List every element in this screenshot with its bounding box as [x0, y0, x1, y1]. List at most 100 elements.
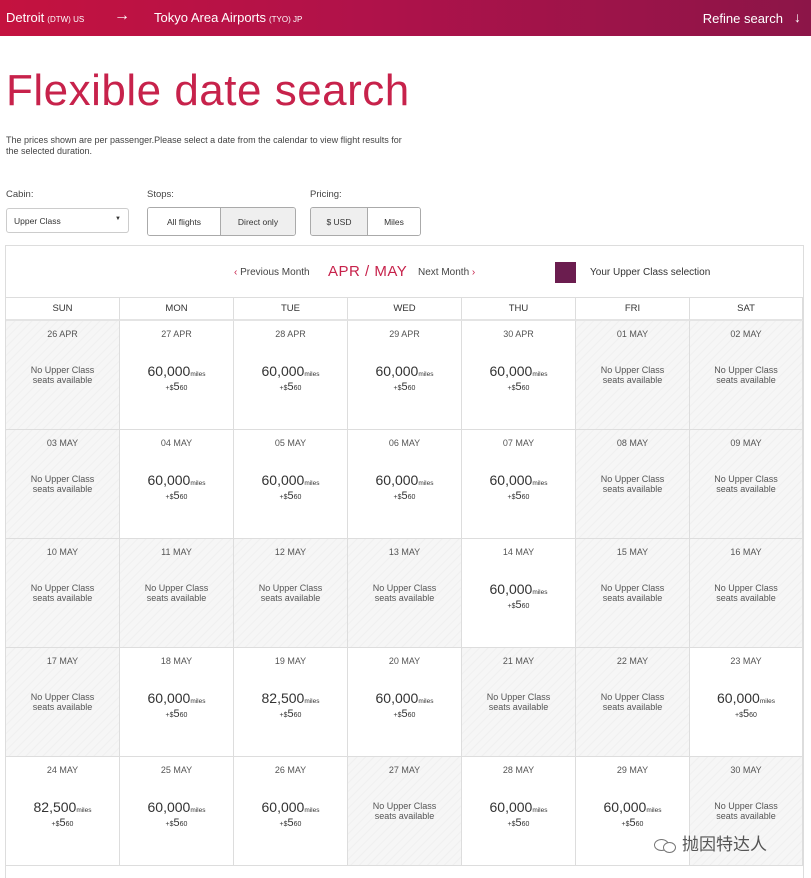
calendar-nav: ‹ Previous Month APR / MAY Next Month › … [6, 246, 803, 298]
day-date: 12 MAY [274, 547, 307, 557]
calendar: ‹ Previous Month APR / MAY Next Month › … [5, 245, 804, 878]
day-date: 07 MAY [502, 438, 535, 448]
tax-cents: 60 [179, 712, 188, 719]
miles-unit: miles [532, 480, 548, 487]
miles-price: 82,500miles [234, 690, 347, 706]
selection-swatch [555, 262, 576, 283]
miles-unit: miles [418, 371, 434, 378]
tax-prefix: +$ [279, 712, 288, 719]
calendar-day[interactable]: 29 APR 60,000miles +$560 [348, 321, 462, 430]
origin-city: Detroit [6, 10, 45, 25]
day-date: 26 APR [47, 329, 78, 339]
next-month-link[interactable]: Next Month › [418, 267, 475, 278]
pricing-usd-button[interactable]: $ USD [311, 208, 368, 235]
tax-prefix: +$ [393, 494, 402, 501]
tax-cents: 60 [293, 821, 302, 828]
tax-price: +$560 [234, 490, 347, 502]
calendar-day[interactable]: 14 MAY 60,000miles +$560 [462, 539, 576, 648]
tax-price: +$560 [462, 381, 575, 393]
miles-value: 60,000 [489, 799, 533, 815]
calendar-day[interactable]: 19 MAY 82,500miles +$560 [234, 648, 348, 757]
tax-prefix: +$ [507, 385, 516, 392]
calendar-day[interactable]: 06 MAY 60,000miles +$560 [348, 430, 462, 539]
no-seats-line1: No Upper Class [600, 583, 665, 593]
calendar-day[interactable]: 04 MAY 60,000miles +$560 [120, 430, 234, 539]
calendar-day[interactable]: 28 MAY 60,000miles +$560 [462, 757, 576, 866]
day-date: 24 MAY [46, 765, 79, 775]
calendar-day[interactable]: 26 MAY 60,000miles +$560 [234, 757, 348, 866]
calendar-day[interactable]: 27 APR 60,000miles +$560 [120, 321, 234, 430]
miles-value: 60,000 [147, 472, 191, 488]
miles-value: 60,000 [375, 472, 419, 488]
refine-search-button[interactable]: Refine search [703, 11, 783, 26]
miles-unit: miles [532, 807, 548, 814]
calendar-day: 17 MAY No Upper Class seats available [6, 648, 120, 757]
miles-unit: miles [190, 807, 206, 814]
no-seats-text: No Upper Class seats available [6, 474, 119, 494]
tax-price: +$560 [348, 381, 461, 393]
calendar-day: 16 MAY No Upper Class seats available [690, 539, 803, 648]
no-seats-line1: No Upper Class [600, 474, 665, 484]
destination: Tokyo Area Airports (TYO) JP [154, 10, 302, 25]
calendar-day: 22 MAY No Upper Class seats available [576, 648, 690, 757]
calendar-day[interactable]: 23 MAY 60,000miles +$560 [690, 648, 803, 757]
no-seats-line1: No Upper Class [30, 365, 95, 375]
no-seats-line2: seats available [716, 375, 776, 385]
pricing-toggle: $ USD Miles [310, 207, 421, 236]
next-month-label: Next Month [418, 267, 470, 278]
miles-unit: miles [76, 807, 92, 814]
pricing-miles-button[interactable]: Miles [367, 208, 420, 235]
no-seats-text: No Upper Class seats available [576, 583, 689, 603]
tax-cents: 60 [749, 712, 757, 719]
stops-all-flights-button[interactable]: All flights [148, 208, 222, 235]
miles-price: 60,000miles [690, 690, 802, 706]
day-date: 22 MAY [616, 656, 649, 666]
day-date: 11 MAY [161, 547, 192, 557]
day-date: 05 MAY [274, 438, 307, 448]
tax-cents: 60 [179, 385, 188, 392]
previous-month-link[interactable]: ‹ Previous Month [234, 267, 310, 278]
day-date: 19 MAY [274, 656, 307, 666]
calendar-day: 08 MAY No Upper Class seats available [576, 430, 690, 539]
calendar-day[interactable]: 30 APR 60,000miles +$560 [462, 321, 576, 430]
stops-label: Stops: [147, 189, 174, 200]
arrow-down-icon[interactable]: ↓ [794, 9, 801, 25]
miles-value: 60,000 [489, 581, 533, 597]
day-date: 14 MAY [502, 547, 535, 557]
calendar-day[interactable]: 24 MAY 82,500miles +$560 [6, 757, 120, 866]
miles-value: 60,000 [147, 690, 191, 706]
wechat-icon [654, 837, 676, 853]
miles-price: 60,000miles [120, 799, 233, 815]
calendar-day[interactable]: 18 MAY 60,000miles +$560 [120, 648, 234, 757]
tax-price: +$560 [462, 490, 575, 502]
no-seats-line1: No Upper Class [258, 583, 323, 593]
calendar-day[interactable]: 25 MAY 60,000miles +$560 [120, 757, 234, 866]
calendar-day[interactable]: 20 MAY 60,000miles +$560 [348, 648, 462, 757]
day-date: 23 MAY [730, 656, 762, 666]
miles-unit: miles [304, 698, 320, 705]
tax-cents: 60 [407, 494, 416, 501]
tax-price: +$560 [234, 381, 347, 393]
tax-prefix: +$ [165, 712, 174, 719]
calendar-day[interactable]: 05 MAY 60,000miles +$560 [234, 430, 348, 539]
tax-prefix: +$ [393, 385, 402, 392]
tax-price: +$560 [348, 708, 461, 720]
stops-direct-only-button[interactable]: Direct only [221, 208, 295, 235]
watermark-text: 抛因特达人 [682, 835, 767, 855]
destination-code: (TYO) JP [269, 15, 303, 24]
tax-prefix: +$ [621, 821, 630, 828]
calendar-day[interactable]: 07 MAY 60,000miles +$560 [462, 430, 576, 539]
page-title: Flexible date search [6, 66, 410, 115]
tax-price: +$560 [120, 490, 233, 502]
chevron-left-icon: ‹ [234, 267, 238, 278]
calendar-day[interactable]: 28 APR 60,000miles +$560 [234, 321, 348, 430]
tax-price: +$560 [576, 817, 689, 829]
day-date: 29 MAY [616, 765, 649, 775]
miles-unit: miles [304, 480, 320, 487]
cabin-select[interactable]: Upper Class ▼ [6, 208, 129, 233]
cabin-value: Upper Class [14, 216, 61, 226]
miles-price: 82,500miles [6, 799, 119, 815]
tax-prefix: +$ [507, 821, 516, 828]
day-date: 29 APR [389, 329, 420, 339]
tax-prefix: +$ [507, 603, 516, 610]
